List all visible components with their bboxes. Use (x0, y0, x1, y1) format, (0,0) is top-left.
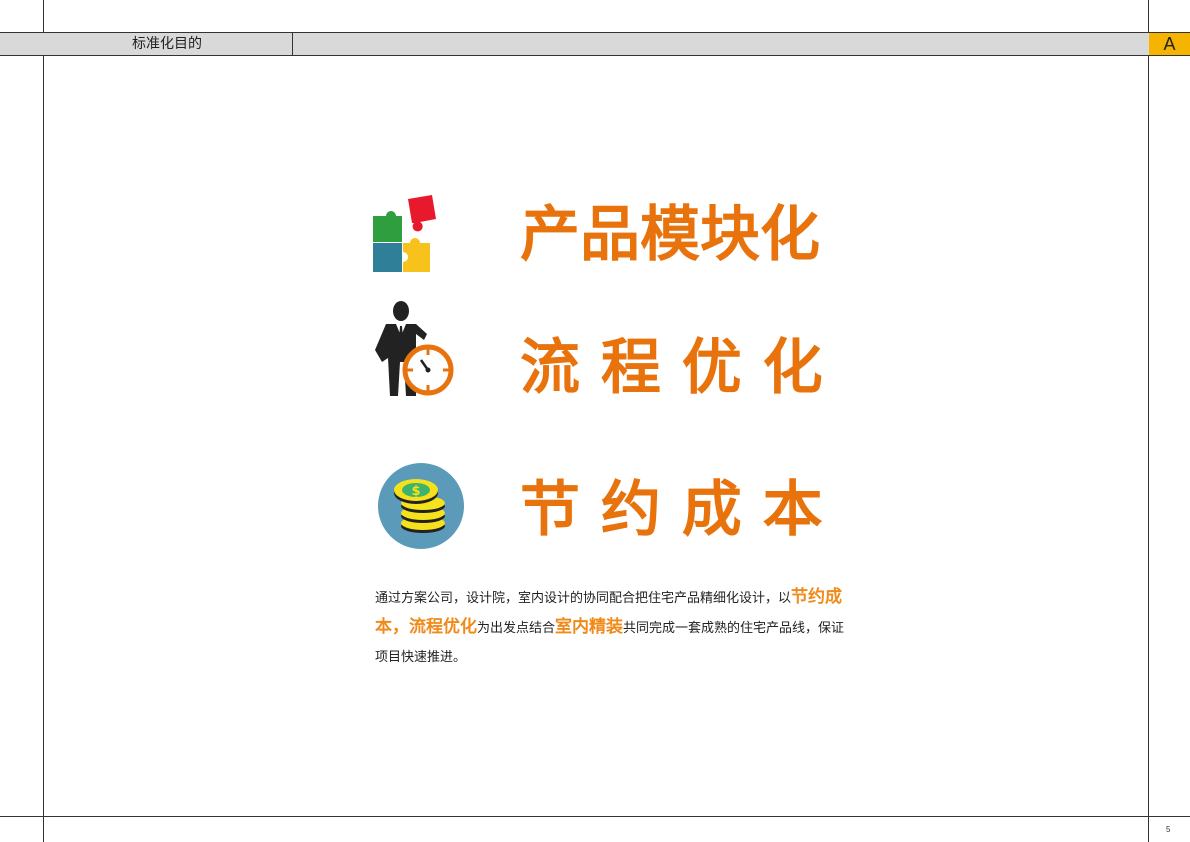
description-paragraph: 通过方案公司，设计院，室内设计的协同配合把住宅产品精细化设计，以节约成本，流程优… (375, 583, 845, 672)
left-margin-line (43, 0, 44, 842)
header-divider (292, 32, 293, 56)
description-highlight: 室内精装 (555, 617, 624, 637)
page-title: 标准化目的 (132, 36, 202, 52)
section-badge: A (1149, 32, 1190, 56)
businessman-clock-icon (375, 301, 454, 396)
feature-title-cost: 节 约 成 本 (520, 475, 823, 545)
footer-line (0, 816, 1190, 817)
description-text: 通过方案公司，设计院，室内设计的协同配合把住宅产品精细化设计，以 (375, 591, 792, 606)
puzzle-icon (373, 195, 436, 272)
page-number: 5 (1166, 825, 1171, 834)
feature-title-modular: 产品模块化 (520, 200, 820, 270)
description-text: 为出发点结合 (477, 621, 556, 636)
coins-icon: $ (378, 463, 464, 549)
right-margin-line (1148, 0, 1149, 842)
feature-title-process: 流 程 优 化 (520, 333, 823, 403)
svg-text:$: $ (411, 484, 420, 499)
